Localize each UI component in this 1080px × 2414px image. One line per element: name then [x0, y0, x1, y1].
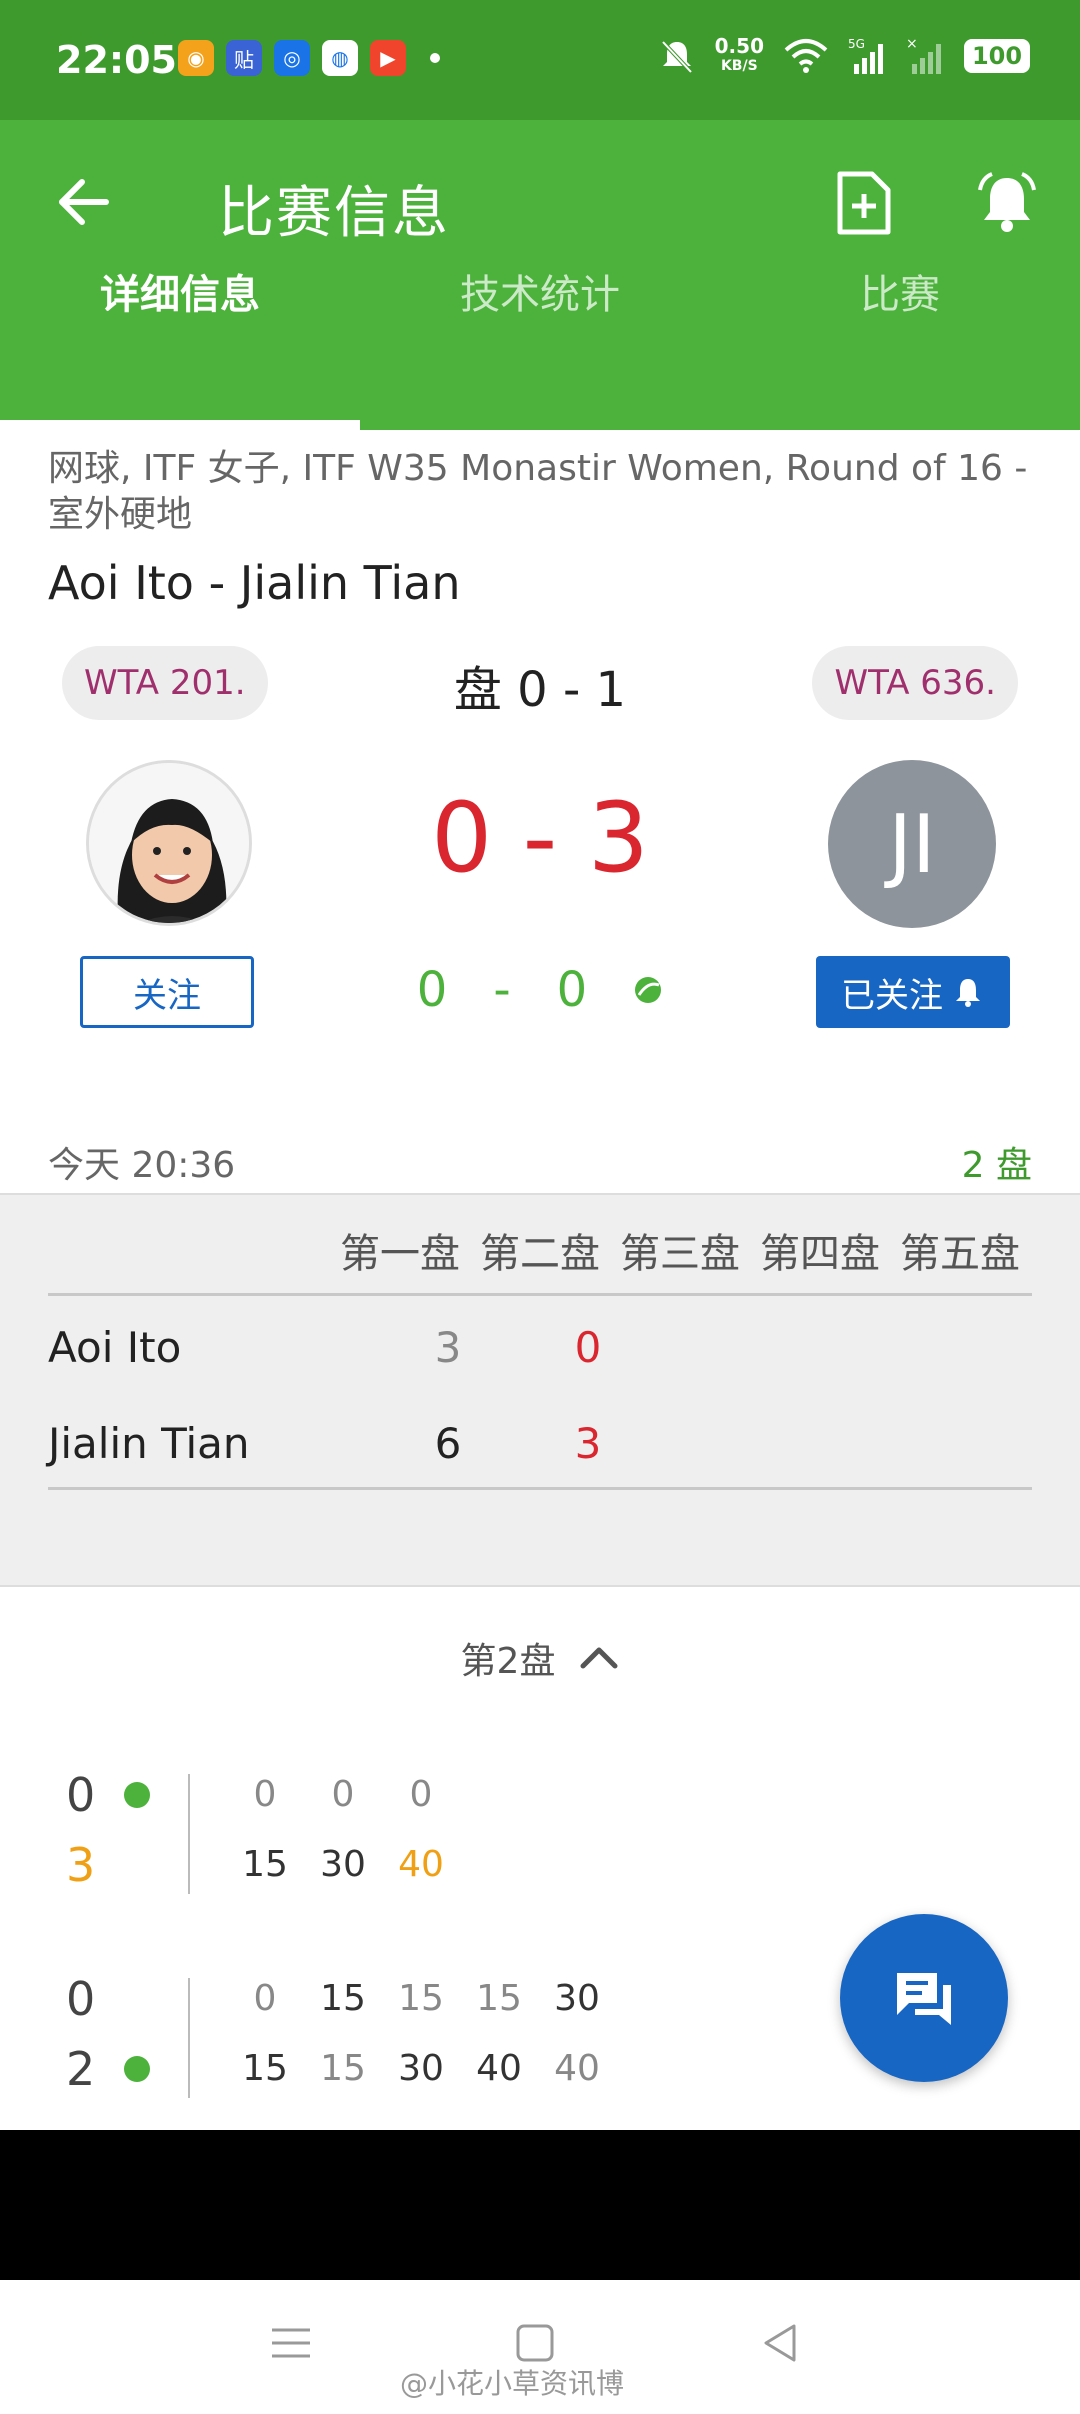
chat-fab-button[interactable]: [840, 1914, 1008, 2082]
table-divider: [48, 1487, 1032, 1490]
points-row-top: 0 0 0: [226, 1774, 460, 1815]
point-value: 40: [398, 1844, 444, 1885]
menu-icon[interactable]: [266, 2318, 316, 2368]
game-score-top: 0: [66, 1768, 96, 1822]
system-navigation-bar: @小花小草资讯博: [0, 2280, 1080, 2414]
points-row-top: 0 15 15 15 30: [226, 1978, 616, 2019]
table-divider: [48, 1293, 1032, 1296]
tab-details[interactable]: 详细信息: [0, 120, 360, 430]
match-subtitle: 网球, ITF 女子, ITF W35 Monastir Women, Roun…: [48, 448, 1028, 535]
points-row-bottom: 15 15 30 40 40: [226, 2048, 616, 2089]
match-name: Aoi Ito - Jialin Tian: [48, 556, 461, 610]
point-value: 15: [320, 2048, 366, 2089]
video-app-icon: ▶: [370, 40, 406, 76]
svg-text:5G: 5G: [848, 37, 865, 51]
watermark-text: @小花小草资讯博: [400, 2367, 625, 2400]
serve-dot-icon: [124, 2056, 150, 2082]
net-speed-value: 0.50: [714, 34, 764, 58]
point-value: 15: [242, 1844, 288, 1885]
point-value: 30: [554, 1978, 600, 2019]
set2-score: 3: [574, 1419, 602, 1468]
net-speed-unit: KB/S: [720, 58, 758, 74]
right-player-avatar[interactable]: JI: [828, 760, 996, 928]
browser-app-icon: ◍: [322, 40, 358, 76]
game-divider: [188, 1774, 190, 1894]
set1-score: 6: [434, 1419, 462, 1468]
active-tab-indicator: [0, 420, 360, 430]
battery-indicator: 100: [964, 39, 1030, 73]
app-bar: 比赛信息 详细信息 技术统计 比赛: [0, 120, 1080, 430]
wifi-icon: [784, 39, 828, 73]
point-value: 30: [398, 2048, 444, 2089]
map-app-icon: ◎: [274, 40, 310, 76]
tab-statistics[interactable]: 技术统计: [360, 120, 720, 430]
signal-5g-icon: 5G: [848, 37, 883, 74]
player-name: Jialin Tian: [48, 1419, 250, 1468]
more-notifications-icon: [430, 53, 440, 63]
match-start-time: 今天 20:36: [48, 1145, 236, 1186]
point-separator: -: [493, 962, 511, 1018]
followed-button[interactable]: 已关注: [816, 956, 1010, 1028]
point-value: 40: [476, 2048, 522, 2089]
game-score-bottom: 3: [66, 1838, 96, 1892]
home-icon[interactable]: [510, 2318, 560, 2368]
point-value: 0: [253, 1774, 277, 1815]
set-header-3: 第三盘: [620, 1231, 740, 1277]
weibo-app-icon: ◉: [178, 40, 214, 76]
tab-matches[interactable]: 比赛: [720, 120, 1080, 430]
point-value: 40: [554, 2048, 600, 2089]
bell-alert-icon: [956, 979, 980, 1007]
net-speed: 0.50 KB/S: [715, 36, 764, 76]
sets-count: 2 盘: [961, 1145, 1032, 1186]
set-header-1: 第一盘: [340, 1231, 460, 1277]
set-selector-label: 第2盘: [460, 1641, 556, 1682]
followed-label: 已关注: [841, 975, 943, 1016]
set-headers: 第一盘 第二盘 第三盘 第四盘 第五盘: [330, 1221, 1030, 1279]
set-header-4: 第四盘: [760, 1231, 880, 1277]
tieba-app-icon: 贴: [226, 40, 262, 76]
table-row: Jialin Tian 6 3: [48, 1399, 1032, 1479]
svg-text:×: ×: [906, 36, 918, 52]
status-right: 0.50 KB/S 5G × 100: [657, 36, 1030, 76]
status-bar: 22:05 ◉ 贴 ◎ ◍ ▶ 0.50 KB/S 5G × 100: [0, 0, 1080, 120]
point-value: 30: [320, 1844, 366, 1885]
back-nav-icon[interactable]: [756, 2318, 806, 2368]
point-value: 15: [398, 1978, 444, 2019]
point-value: 15: [476, 1978, 522, 2019]
set-header-5: 第五盘: [900, 1231, 1020, 1277]
mute-icon: [661, 40, 693, 74]
point-value: 0: [253, 1978, 277, 2019]
point-value: 0: [409, 1774, 433, 1815]
chat-icon: [897, 1973, 951, 2025]
score-table: 第一盘 第二盘 第三盘 第四盘 第五盘 Aoi Ito 3 0 Jialin T…: [0, 1193, 1080, 1587]
set-header-2: 第二盘: [480, 1231, 600, 1277]
point-left: 0: [416, 962, 448, 1018]
game-point-history: 0 3 0 0 0 15 30 40: [0, 1764, 1080, 1904]
serve-dot-icon: [124, 1782, 150, 1808]
set1-score: 3: [434, 1323, 462, 1372]
signal-weak-icon: ×: [906, 36, 941, 74]
black-band: [0, 2130, 1080, 2280]
set-selector[interactable]: 第2盘: [0, 1632, 1080, 1684]
serve-indicator-icon: [635, 977, 662, 1003]
point-right: 0: [556, 962, 588, 1018]
set2-score: 0: [574, 1323, 602, 1372]
point-value: 0: [331, 1774, 355, 1815]
game-score-bottom: 2: [66, 2042, 96, 2096]
points-row-bottom: 15 30 40: [226, 1844, 460, 1885]
game-score-top: 0: [66, 1972, 96, 2026]
point-value: 15: [320, 1978, 366, 2019]
right-player-rank[interactable]: WTA 636.: [812, 646, 1018, 720]
notification-icons: ◉ 贴 ◎ ◍ ▶: [178, 40, 440, 76]
tab-bar: 详细信息 技术统计 比赛: [0, 120, 1080, 430]
game-divider: [188, 1978, 190, 2098]
player-name: Aoi Ito: [48, 1323, 182, 1372]
status-time: 22:05: [56, 38, 177, 82]
point-value: 15: [242, 2048, 288, 2089]
chevron-up-icon: [580, 1647, 618, 1669]
table-row: Aoi Ito 3 0: [48, 1303, 1032, 1383]
